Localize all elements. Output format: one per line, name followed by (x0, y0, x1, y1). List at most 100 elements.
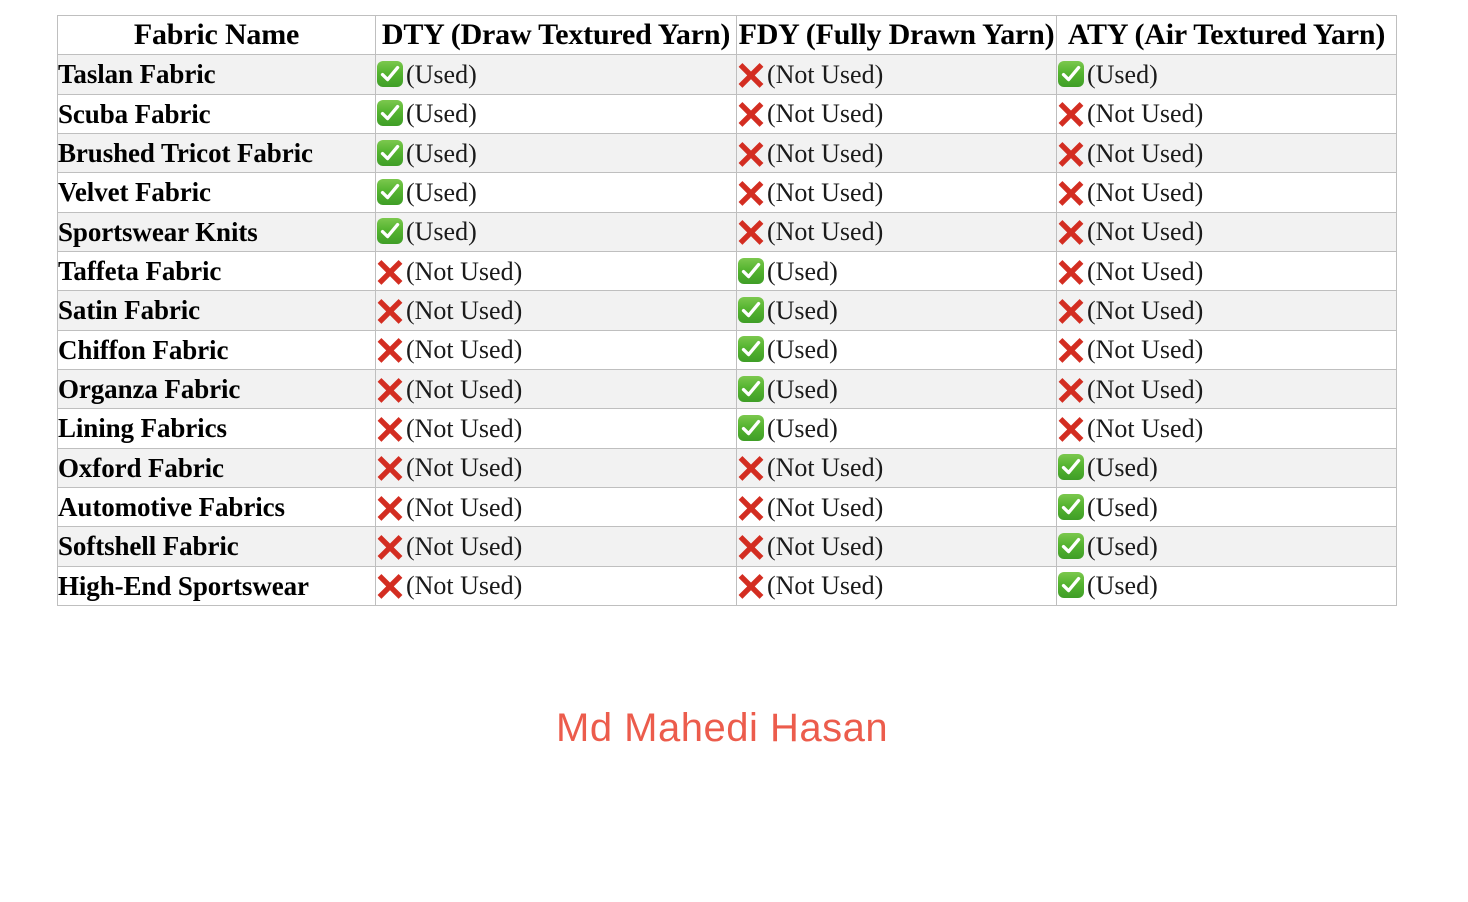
status-label: (Not Used) (1087, 138, 1204, 168)
status-dty: (Not Used) (376, 293, 522, 328)
status-dty: (Not Used) (376, 490, 522, 525)
status-label: (Not Used) (406, 374, 523, 404)
status-aty: (Not Used) (1057, 214, 1203, 249)
status-aty: (Used) (1057, 529, 1158, 564)
status-fdy: (Not Used) (737, 490, 883, 525)
fabric-yarn-table: Fabric Name DTY (Draw Textured Yarn) FDY… (57, 14, 1397, 606)
status-dty: (Used) (376, 136, 477, 171)
cell-fdy: (Not Used) (736, 526, 1057, 567)
status-label: (Not Used) (767, 531, 884, 561)
cell-dty: (Not Used) (375, 486, 737, 528)
status-label: (Not Used) (406, 256, 523, 286)
cross-mark-icon (737, 217, 765, 246)
cell-fabric-name: Scuba Fabric (57, 93, 376, 135)
cell-dty: (Not Used) (375, 369, 737, 410)
status-fdy: (Not Used) (737, 96, 883, 131)
status-fdy: (Not Used) (737, 175, 883, 210)
column-header-fabric-name: Fabric Name (57, 14, 376, 56)
status-label: (Not Used) (406, 335, 523, 365)
status-aty: (Used) (1057, 450, 1158, 485)
cell-fabric-name: Sportswear Knits (57, 211, 376, 253)
status-dty: (Used) (376, 57, 477, 92)
cell-aty: (Not Used) (1056, 133, 1397, 174)
cell-aty: (Not Used) (1056, 290, 1397, 331)
status-fdy: (Not Used) (737, 450, 883, 485)
white-check-mark-icon (737, 414, 765, 442)
table-row: Taffeta Fabric (Not Used) (Used) (Not Used) (57, 251, 1397, 292)
white-check-mark-icon (376, 178, 404, 206)
status-label: (Used) (767, 295, 838, 325)
cell-dty: (Not Used) (375, 329, 737, 371)
status-label: (Not Used) (1087, 374, 1204, 404)
cell-aty: (Used) (1056, 447, 1397, 489)
table-row: Satin Fabric (Not Used) (Used) (Not Used) (57, 290, 1397, 331)
cell-aty: (Used) (1056, 54, 1397, 95)
status-label: (Not Used) (406, 571, 523, 601)
cell-fabric-name: Velvet Fabric (57, 172, 376, 213)
cross-mark-icon (737, 532, 765, 560)
cross-mark-icon (1057, 139, 1085, 167)
cell-aty: (Not Used) (1056, 329, 1397, 371)
status-aty: (Not Used) (1057, 96, 1203, 131)
status-label: (Not Used) (406, 492, 523, 522)
cell-fabric-name: Oxford Fabric (57, 447, 376, 489)
status-dty: (Not Used) (376, 568, 522, 603)
cell-dty: (Not Used) (375, 251, 737, 292)
cross-mark-icon (376, 414, 404, 442)
status-label: (Not Used) (1087, 99, 1204, 129)
white-check-mark-icon (737, 296, 765, 324)
cell-aty: (Used) (1056, 486, 1397, 528)
status-fdy: (Not Used) (737, 136, 883, 171)
white-check-mark-icon (1057, 453, 1085, 481)
table-row: Organza Fabric (Not Used) (Used) (Not Used) (57, 369, 1397, 410)
status-fdy: (Used) (737, 293, 838, 328)
white-check-mark-icon (737, 375, 765, 403)
cross-mark-icon (737, 453, 765, 481)
cross-mark-icon (376, 257, 404, 285)
status-label: (Used) (767, 256, 838, 286)
status-fdy: (Used) (737, 411, 838, 446)
status-aty: (Used) (1057, 568, 1158, 603)
cross-mark-icon (1057, 296, 1085, 324)
cell-fabric-name: Softshell Fabric (57, 526, 376, 567)
status-label: (Used) (406, 60, 477, 89)
table-row: Brushed Tricot Fabric (Used) (Not Used) (No… (57, 133, 1397, 174)
cell-aty: (Not Used) (1056, 93, 1397, 135)
cross-mark-icon (737, 60, 765, 88)
table-row: Lining Fabrics (Not Used) (Used) (Not Used) (57, 408, 1397, 449)
status-aty: (Not Used) (1057, 136, 1203, 171)
white-check-mark-icon (376, 217, 404, 245)
page-root: Fabric Name DTY (Draw Textured Yarn) FDY… (0, 0, 1468, 902)
status-fdy: (Used) (737, 332, 838, 367)
cell-fdy: (Used) (736, 290, 1057, 331)
cell-fdy: (Not Used) (736, 133, 1057, 174)
status-label: (Not Used) (767, 217, 884, 247)
watermark-text: Md Mahedi Hasan (556, 706, 889, 750)
cell-aty: (Used) (1056, 526, 1397, 567)
status-label: (Used) (406, 138, 477, 168)
table-row: Taslan Fabric (Used) (Not Used) (Used) (57, 54, 1397, 95)
cell-fabric-name: Chiffon Fabric (57, 329, 376, 371)
cell-dty: (Used) (375, 211, 737, 253)
cross-mark-icon (737, 99, 765, 128)
white-check-mark-icon (376, 139, 404, 167)
status-label: (Not Used) (1087, 217, 1204, 247)
cell-dty: (Not Used) (375, 408, 737, 449)
status-label: (Not Used) (406, 295, 523, 325)
table-header: Fabric Name DTY (Draw Textured Yarn) FDY… (57, 14, 1397, 56)
status-label: (Not Used) (1087, 177, 1204, 207)
status-label: (Used) (406, 177, 477, 207)
cell-dty: (Used) (375, 133, 737, 174)
cell-fdy: (Not Used) (736, 447, 1057, 489)
white-check-mark-icon (1057, 571, 1085, 599)
cross-mark-icon (1057, 335, 1085, 363)
table-row: Scuba Fabric (Used) (Not Used) (Not Used) (57, 93, 1397, 135)
status-label: (Not Used) (406, 413, 523, 443)
cell-aty: (Not Used) (1056, 369, 1397, 410)
cross-mark-icon (737, 493, 765, 521)
status-label: (Not Used) (767, 99, 884, 129)
status-label: (Not Used) (767, 492, 884, 522)
column-header-dty: DTY (Draw Textured Yarn) (375, 14, 737, 56)
cross-mark-icon (376, 296, 404, 324)
status-dty: (Not Used) (376, 254, 522, 289)
